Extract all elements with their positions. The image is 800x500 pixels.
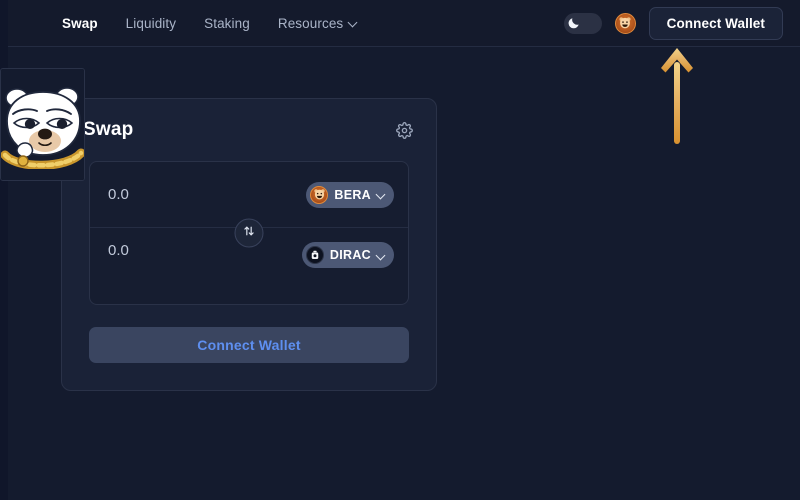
header-actions: Connect Wallet <box>563 6 783 40</box>
chevron-down-icon <box>349 18 358 27</box>
swap-arrows-icon <box>243 224 256 242</box>
nav-item-liquidity[interactable]: Liquidity <box>126 16 176 31</box>
swap-card: Swap 0.0 BERA 0.0 DIRAC Connect Wallet <box>61 98 437 391</box>
moon-icon <box>566 15 583 32</box>
to-amount-input[interactable] <box>108 242 258 259</box>
gear-icon[interactable] <box>393 119 415 141</box>
nav-item-swap[interactable]: Swap <box>62 16 98 31</box>
swap-card-footer: Connect Wallet <box>62 305 436 390</box>
swap-direction-button[interactable] <box>234 218 264 248</box>
nav-item-resources[interactable]: Resources <box>278 16 358 31</box>
token-selector-to[interactable]: DIRAC <box>301 242 394 268</box>
nav-item-staking-label: Staking <box>204 15 250 31</box>
top-navigation-bar: Swap Liquidity Staking Resources Connect… <box>0 0 800 47</box>
dark-mode-toggle[interactable] <box>563 12 602 34</box>
nav-item-staking[interactable]: Staking <box>204 16 250 31</box>
bera-token-icon[interactable] <box>614 12 636 34</box>
swap-inputs-panel: BERA DIRAC <box>89 161 409 305</box>
chevron-down-icon <box>377 190 386 199</box>
chevron-down-icon <box>377 251 386 260</box>
connect-wallet-card-label: Connect Wallet <box>197 337 301 353</box>
connect-wallet-header-label: Connect Wallet <box>666 15 765 31</box>
from-amount-input[interactable] <box>108 186 258 203</box>
nav-item-resources-label: Resources <box>277 15 344 31</box>
token-selector-from[interactable]: BERA <box>306 181 394 208</box>
swap-card-header: Swap <box>62 99 436 161</box>
dirac-token-icon <box>305 246 324 264</box>
nav-item-liquidity-label: Liquidity <box>125 15 177 31</box>
main-nav: Swap Liquidity Staking Resources <box>62 16 358 31</box>
connect-wallet-button-header[interactable]: Connect Wallet <box>648 6 783 40</box>
connect-wallet-button-card[interactable]: Connect Wallet <box>89 327 409 363</box>
arrow-up-icon <box>658 46 696 146</box>
page-title: Swap <box>83 119 134 140</box>
token-symbol-from: BERA <box>334 187 371 202</box>
nav-item-swap-label: Swap <box>62 15 98 31</box>
white-bear-meme-avatar <box>0 68 85 181</box>
token-symbol-to: DIRAC <box>329 248 371 262</box>
bera-token-icon <box>310 185 329 204</box>
